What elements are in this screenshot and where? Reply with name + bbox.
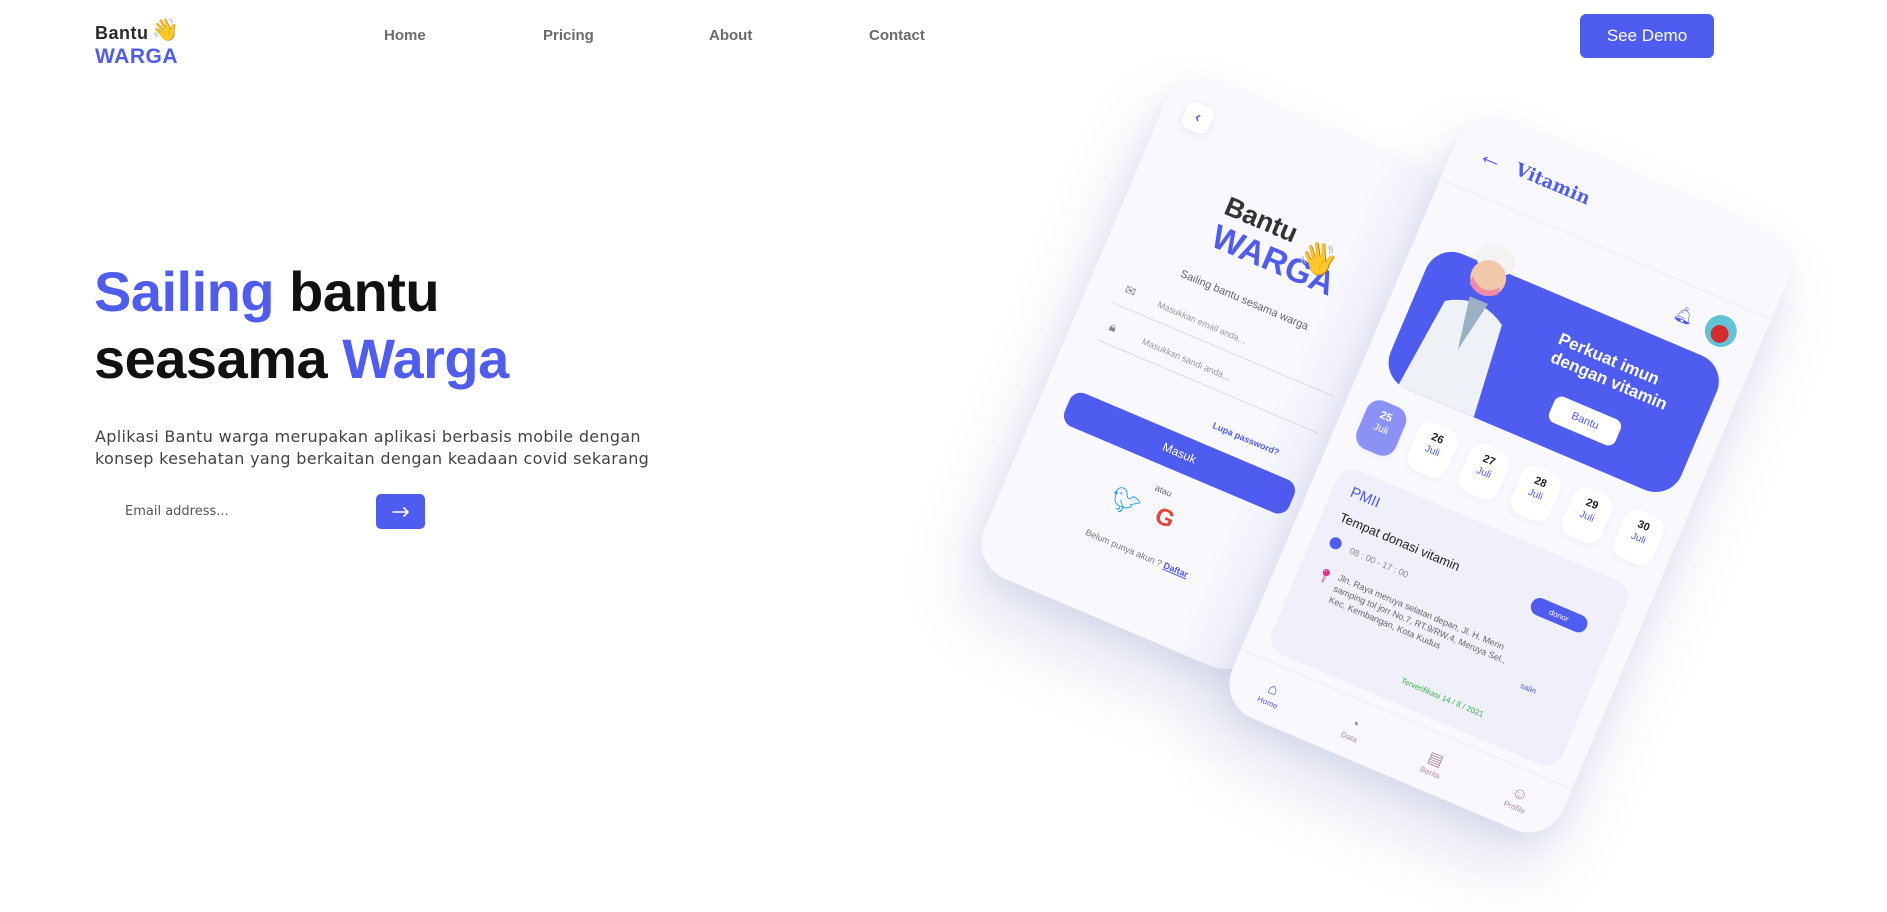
nav-contact[interactable]: Contact bbox=[869, 27, 925, 44]
email-input[interactable] bbox=[95, 494, 365, 529]
card-place: Tempat donasi vitamin bbox=[1337, 509, 1463, 574]
avatar[interactable] bbox=[1697, 307, 1745, 355]
bottom-nav-data[interactable]: ◔ Data bbox=[1339, 713, 1365, 745]
clock-icon bbox=[1327, 535, 1344, 552]
hero-description: Aplikasi Bantu warga merupakan aplikasi … bbox=[95, 427, 650, 468]
bell-icon[interactable]: 🔔︎ bbox=[1671, 302, 1697, 328]
location-pin-icon: 📍︎ bbox=[1313, 564, 1337, 587]
donor-badge[interactable]: donor bbox=[1527, 595, 1591, 636]
date-chip[interactable]: 29 Juli bbox=[1557, 483, 1617, 548]
mail-icon: ✉ bbox=[1122, 281, 1139, 300]
hero-title-part4: Warga bbox=[342, 327, 509, 390]
hero-title-part1: Sailing bbox=[94, 260, 275, 323]
bottom-nav-profile[interactable]: ☺ Profile bbox=[1502, 782, 1533, 815]
brand-logo[interactable]: Bantu 👋 WARGA bbox=[95, 17, 180, 68]
google-icon[interactable]: G bbox=[1150, 502, 1179, 536]
landing-page: Bantu 👋 WARGA Home Pricing About Contact … bbox=[0, 0, 1887, 912]
back-arrow-icon[interactable]: ← bbox=[1474, 138, 1510, 177]
nav-about[interactable]: About bbox=[709, 27, 752, 44]
email-submit-button[interactable] bbox=[376, 494, 425, 529]
card-org: PMII bbox=[1347, 483, 1383, 512]
nav-pricing[interactable]: Pricing bbox=[543, 27, 594, 44]
see-demo-button[interactable]: See Demo bbox=[1580, 14, 1714, 58]
card-time: 08 : 00 - 17 : 00 bbox=[1348, 545, 1410, 580]
date-chip[interactable]: 25 Juli bbox=[1351, 395, 1411, 461]
email-signup-form bbox=[95, 494, 425, 529]
back-icon[interactable]: ‹ bbox=[1179, 99, 1217, 137]
signup-link[interactable]: Daftar bbox=[1162, 560, 1190, 579]
date-chip[interactable]: 30 Juli bbox=[1609, 505, 1669, 570]
nav-home[interactable]: Home bbox=[384, 27, 426, 44]
waving-hand-icon: 👋 bbox=[151, 17, 180, 42]
date-chip[interactable]: 28 Juli bbox=[1506, 461, 1566, 526]
brand-line2: WARGA bbox=[95, 45, 178, 68]
hero-title-part3: seasama bbox=[94, 327, 343, 390]
bottom-nav-berita[interactable]: ▤ Berita bbox=[1419, 746, 1450, 781]
hero-title: Sailing bantu seasama Warga bbox=[94, 258, 509, 392]
copy-button[interactable]: salin bbox=[1519, 681, 1538, 696]
bottom-nav-home[interactable]: ⌂ Home bbox=[1256, 678, 1286, 711]
card-address: Jln. Raya meruya selatan depan, Jl. H. M… bbox=[1327, 572, 1508, 666]
signup-text: Belum punya akun ? bbox=[1084, 527, 1164, 569]
brand-line1: Bantu bbox=[95, 23, 149, 43]
verified-label: Terverifikasi 14 / 8 / 2021 bbox=[1399, 676, 1485, 720]
mockup-logo: Bantu WARGA 👋 bbox=[1206, 191, 1351, 303]
doctor-illustration bbox=[1398, 242, 1516, 418]
date-chip[interactable]: 26 Juli bbox=[1403, 417, 1463, 482]
lock-icon: 🔒︎ bbox=[1106, 318, 1120, 335]
banner-button[interactable]: Bantu bbox=[1546, 394, 1624, 448]
hero-title-part2: bantu bbox=[274, 260, 440, 323]
date-chip[interactable]: 27 Juli bbox=[1454, 439, 1514, 504]
twitter-icon[interactable]: 🐦︎ bbox=[1106, 483, 1145, 522]
arrow-right-icon bbox=[391, 506, 409, 517]
mockup-page-title: Vitamin bbox=[1511, 159, 1594, 210]
